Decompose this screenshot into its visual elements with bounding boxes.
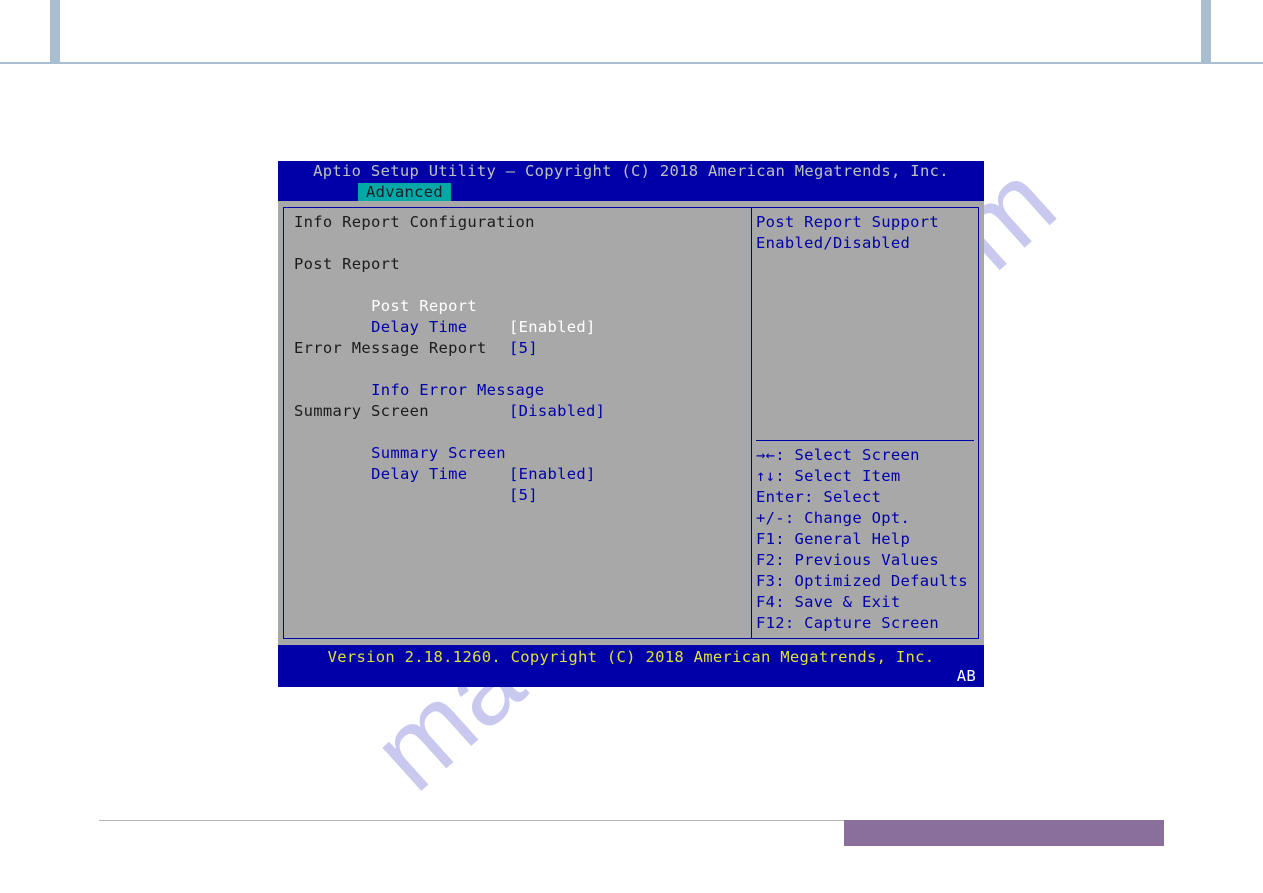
bios-right-panel: Post Report Support Enabled/Disabled →←:…: [751, 207, 979, 639]
page-footer-bar: [844, 820, 1164, 846]
banner-left-accent: [50, 0, 60, 64]
key-optimized-defaults: F3: Optimized Defaults: [756, 571, 974, 592]
key-change-opt: +/-: Change Opt.: [756, 508, 974, 529]
summary-screen-item[interactable]: Summary Screen [Enabled]: [294, 422, 741, 443]
page-header-banner: [0, 0, 1263, 64]
key-save-exit: F4: Save & Exit: [756, 592, 974, 613]
help-divider: [756, 440, 974, 441]
section-heading: Info Report Configuration: [294, 212, 741, 233]
key-general-help: F1: General Help: [756, 529, 974, 550]
delay-time-1-label: Delay Time: [371, 318, 467, 336]
delay-time-1-value: [5]: [509, 338, 538, 359]
help-line-1: Post Report Support: [756, 212, 974, 233]
post-report-label: Post Report: [371, 297, 477, 315]
page-footer-line: [99, 820, 844, 821]
delay-time-2-label: Delay Time: [371, 465, 467, 483]
key-select-screen: →←: Select Screen: [756, 445, 974, 466]
post-report-value: [Enabled]: [509, 317, 596, 338]
post-report-header: Post Report: [294, 254, 741, 275]
banner-right-accent: [1201, 0, 1211, 64]
bios-tab-advanced[interactable]: Advanced: [358, 183, 451, 201]
bios-footer-tag: AB: [957, 667, 976, 685]
summary-screen-value: [Enabled]: [509, 464, 596, 485]
post-report-item[interactable]: Post Report [Enabled]: [294, 275, 741, 296]
bios-left-panel: Info Report Configuration Post Report Po…: [283, 207, 751, 639]
blank-row: [294, 233, 741, 254]
bios-body: Info Report Configuration Post Report Po…: [278, 201, 984, 645]
info-error-value: [Disabled]: [509, 401, 605, 422]
summary-screen-label: Summary Screen: [371, 444, 506, 462]
banner-divider: [0, 62, 1263, 64]
help-line-2: Enabled/Disabled: [756, 233, 974, 254]
info-error-item[interactable]: Info Error Message [Disabled]: [294, 359, 741, 380]
key-enter: Enter: Select: [756, 487, 974, 508]
bios-header: Aptio Setup Utility – Copyright (C) 2018…: [278, 161, 984, 201]
key-select-item: ↑↓: Select Item: [756, 466, 974, 487]
bios-title: Aptio Setup Utility – Copyright (C) 2018…: [278, 161, 984, 180]
key-previous-values: F2: Previous Values: [756, 550, 974, 571]
bios-footer-text: Version 2.18.1260. Copyright (C) 2018 Am…: [328, 648, 935, 666]
info-error-label: Info Error Message: [371, 381, 544, 399]
delay-time-2-value: [5]: [509, 485, 538, 506]
bios-footer: Version 2.18.1260. Copyright (C) 2018 Am…: [278, 645, 984, 687]
help-text-block: Post Report Support Enabled/Disabled: [756, 212, 974, 254]
key-capture-screen: F12: Capture Screen: [756, 613, 974, 634]
bios-screenshot: Aptio Setup Utility – Copyright (C) 2018…: [278, 161, 984, 687]
key-hints-block: →←: Select Screen ↑↓: Select Item Enter:…: [756, 438, 974, 634]
